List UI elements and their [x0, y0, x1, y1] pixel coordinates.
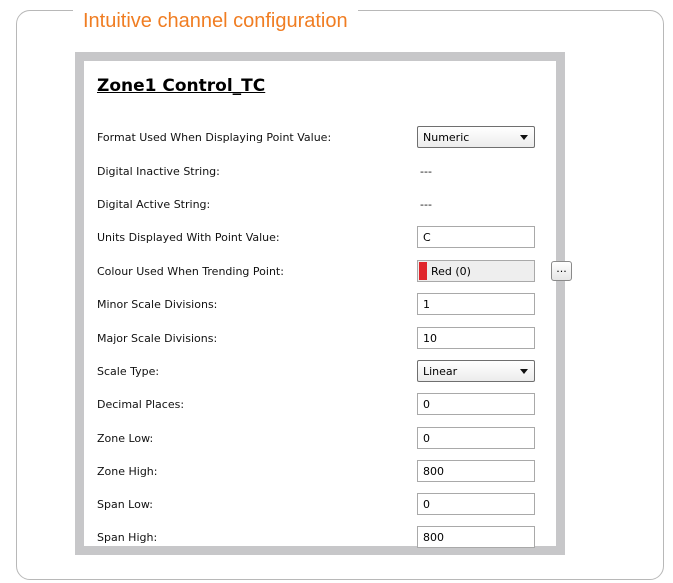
row-span-low: Span Low: 0 [84, 493, 556, 519]
digital-active-label: Digital Active String: [97, 198, 211, 211]
span-low-field[interactable]: 0 [417, 493, 535, 515]
zone-low-label: Zone Low: [97, 432, 154, 445]
digital-inactive-value: --- [420, 165, 432, 178]
colour-picker-button[interactable]: ... [551, 261, 572, 281]
format-select[interactable]: Numeric [417, 126, 535, 148]
digital-inactive-label: Digital Inactive String: [97, 165, 220, 178]
row-decimal-places: Decimal Places: 0 [84, 393, 556, 419]
decimal-places-field[interactable]: 0 [417, 393, 535, 415]
decimal-places-label: Decimal Places: [97, 398, 185, 411]
units-label: Units Displayed With Point Value: [97, 231, 280, 244]
span-high-label: Span High: [97, 531, 158, 544]
row-format: Format Used When Displaying Point Value:… [84, 126, 556, 152]
row-scale-type: Scale Type: Linear [84, 360, 556, 386]
minor-divisions-field[interactable]: 1 [417, 293, 535, 315]
frame-title: Intuitive channel configuration [73, 8, 358, 34]
colour-field[interactable]: Red (0) [417, 260, 535, 282]
row-colour: Colour Used When Trending Point: Red (0)… [84, 260, 572, 286]
panel-title: Zone1 Control_TC [97, 76, 266, 96]
row-major-divisions: Major Scale Divisions: 10 [84, 327, 556, 353]
scale-type-label: Scale Type: [97, 365, 160, 378]
channel-config-panel: Zone1 Control_TC Format Used When Displa… [75, 52, 572, 555]
chevron-down-icon [520, 135, 528, 140]
span-high-field[interactable]: 800 [417, 526, 535, 548]
zone-high-label: Zone High: [97, 465, 158, 478]
format-select-value: Numeric [423, 131, 470, 144]
scale-type-select[interactable]: Linear [417, 360, 535, 382]
chevron-down-icon [520, 369, 528, 374]
row-digital-active: Digital Active String: --- [84, 193, 556, 219]
major-divisions-label: Major Scale Divisions: [97, 332, 218, 345]
row-span-high: Span High: 800 [84, 526, 556, 552]
row-digital-inactive: Digital Inactive String: --- [84, 160, 556, 186]
zone-low-field[interactable]: 0 [417, 427, 535, 449]
minor-divisions-label: Minor Scale Divisions: [97, 298, 218, 311]
format-label: Format Used When Displaying Point Value: [97, 131, 332, 144]
digital-active-value: --- [420, 198, 432, 211]
row-units: Units Displayed With Point Value: C [84, 226, 556, 252]
span-low-label: Span Low: [97, 498, 153, 511]
row-zone-low: Zone Low: 0 [84, 427, 556, 453]
major-divisions-field[interactable]: 10 [417, 327, 535, 349]
row-minor-divisions: Minor Scale Divisions: 1 [84, 293, 556, 319]
row-zone-high: Zone High: 800 [84, 460, 556, 486]
colour-label: Colour Used When Trending Point: [97, 265, 284, 278]
colour-swatch [419, 262, 427, 280]
scale-type-value: Linear [423, 365, 458, 378]
zone-high-field[interactable]: 800 [417, 460, 535, 482]
units-field[interactable]: C [417, 226, 535, 248]
colour-value: Red (0) [431, 265, 471, 278]
